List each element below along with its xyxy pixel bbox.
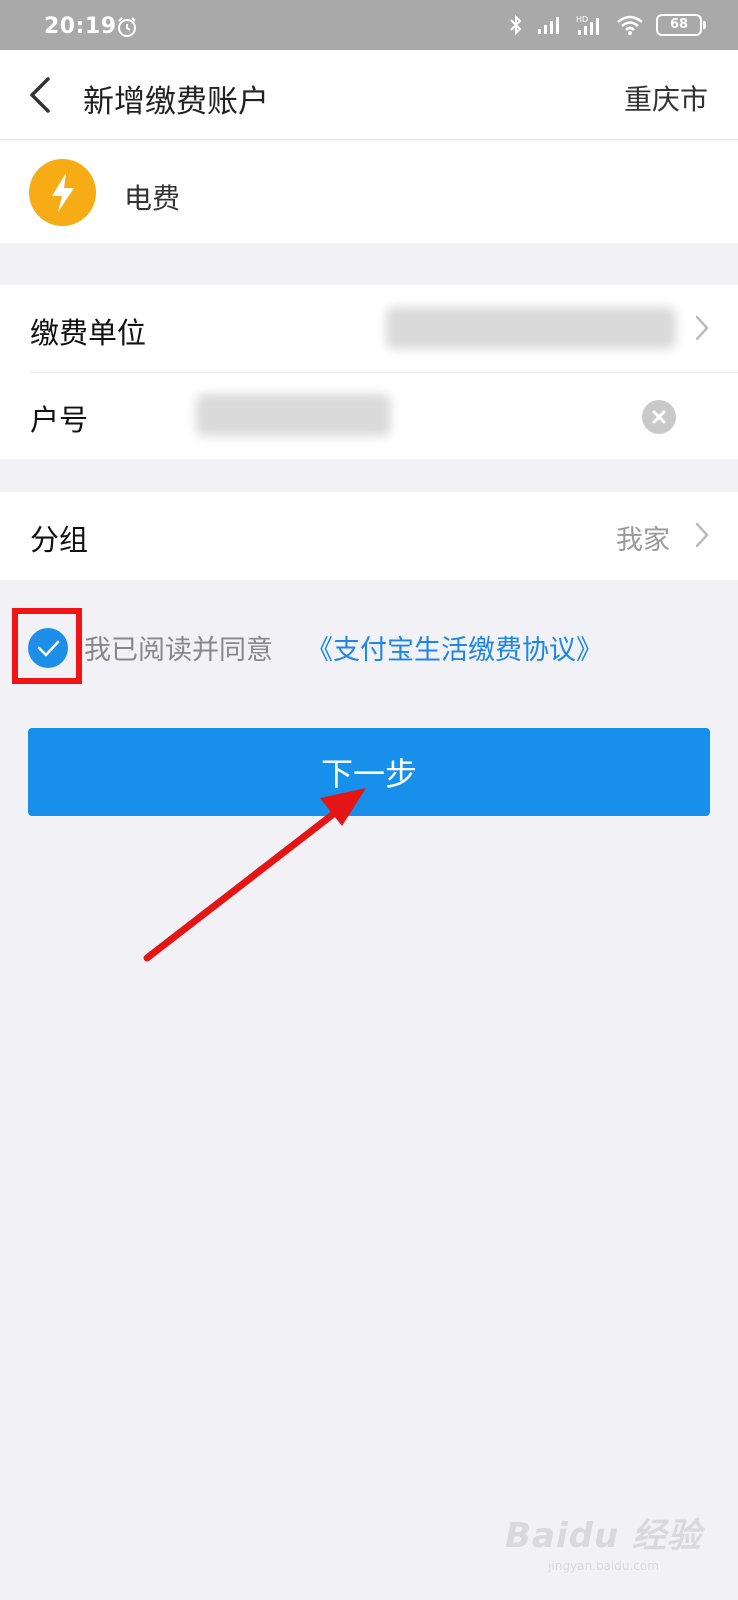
account-number-row: 户号 (0, 372, 738, 459)
agreement-link[interactable]: 《支付宝生活缴费协议》 (306, 628, 603, 667)
signal-icon (538, 17, 559, 34)
checkmark-icon (37, 640, 60, 657)
page-title: 新增缴费账户 (83, 84, 269, 120)
chevron-right-icon (695, 315, 709, 341)
watermark: Baidu 经验 jingyan.baidu.com (505, 1508, 702, 1573)
svg-text:HD: HD (576, 15, 588, 24)
status-time: 20:19 (44, 14, 117, 39)
lightning-icon (52, 173, 74, 212)
service-name: 电费 (124, 182, 181, 215)
hd-signal-icon: HD (576, 15, 599, 35)
next-button[interactable]: 下一步 (28, 728, 710, 816)
watermark-logo: Baidu 经验 (505, 1516, 702, 1556)
group-card: 分组 我家 (0, 492, 738, 580)
watermark-url: jingyan.baidu.com (548, 1559, 659, 1573)
group-label: 分组 (30, 523, 89, 557)
agreement-text: 我已阅读并同意 (84, 635, 273, 666)
group-value: 我家 (616, 525, 670, 556)
chevron-right-icon (695, 522, 709, 548)
nav-bar: 新增缴费账户 重庆市 (0, 50, 738, 140)
account-number-input-redacted[interactable] (196, 394, 391, 436)
service-header: 电费 (0, 141, 738, 243)
payment-unit-value-redacted (386, 307, 676, 349)
bluetooth-icon (510, 14, 522, 36)
agreement-checkbox[interactable] (28, 628, 68, 668)
status-bar: 20:19 HD 68 (0, 0, 738, 50)
payment-unit-row[interactable]: 缴费单位 (0, 285, 738, 372)
account-number-label: 户号 (30, 403, 89, 437)
alarm-icon (118, 17, 136, 37)
agreement-row: 我已阅读并同意 《支付宝生活缴费协议》 (0, 596, 738, 686)
service-icon-badge (29, 159, 96, 226)
battery-indicator: 68 (656, 14, 706, 36)
group-row[interactable]: 分组 我家 (0, 492, 738, 579)
city-selector[interactable]: 重庆市 (624, 78, 708, 118)
payment-unit-label: 缴费单位 (30, 316, 147, 350)
wifi-icon (617, 15, 643, 35)
clear-input-icon[interactable] (642, 400, 676, 434)
account-form: 缴费单位 户号 (0, 285, 738, 459)
back-arrow-icon[interactable] (24, 72, 64, 118)
system-icons: HD 68 (508, 14, 706, 36)
